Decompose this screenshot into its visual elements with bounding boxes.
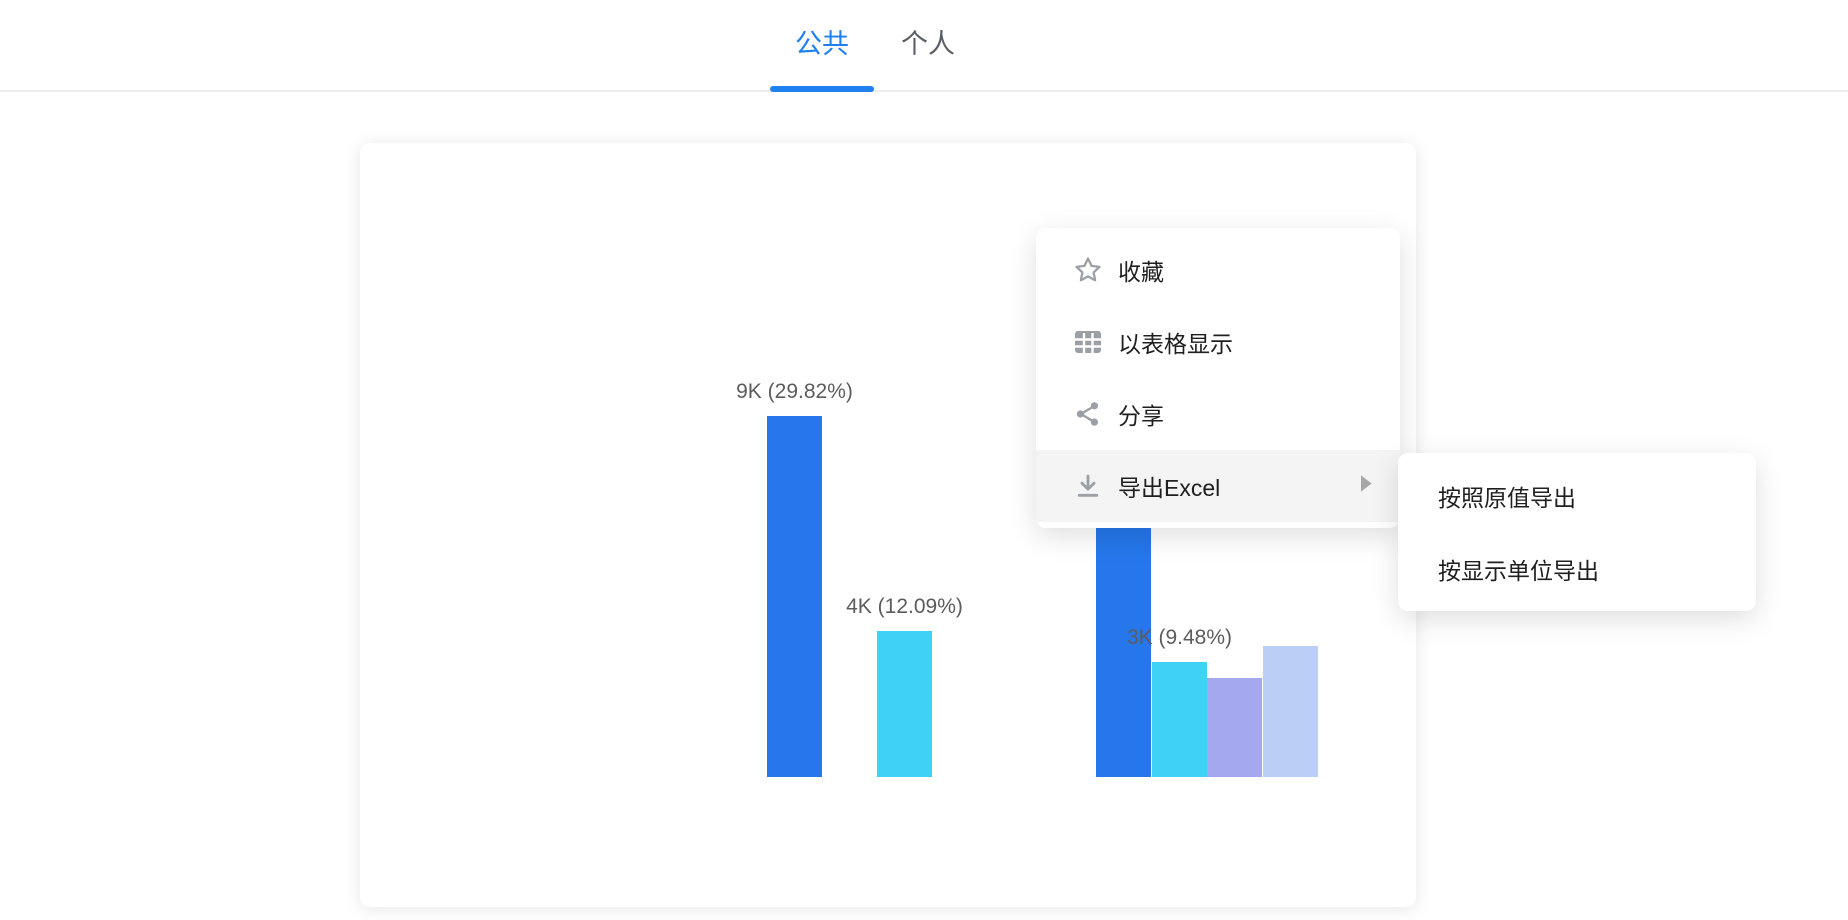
menu-item-export-excel[interactable]: 导出Excel [1036, 450, 1400, 522]
download-icon [1072, 470, 1104, 502]
menu-item-label: 以表格显示 [1118, 325, 1233, 359]
menu-item-favorite[interactable]: 收藏 [1036, 234, 1400, 306]
bar-李浩宇-2024-06[interactable] [1263, 646, 1318, 777]
bar-value-label: 4K (12.09%) [785, 595, 1025, 619]
share-icon [1072, 398, 1104, 430]
menu-item-show-as-table[interactable]: 以表格显示 [1036, 306, 1400, 378]
menu-item-share[interactable]: 分享 [1036, 378, 1400, 450]
export-submenu: 按照原值导出 按显示单位导出 [1398, 453, 1756, 611]
submenu-item-export-raw[interactable]: 按照原值导出 [1398, 459, 1756, 532]
star-icon [1072, 254, 1104, 286]
submenu-item-label: 按显示单位导出 [1438, 552, 1599, 586]
bar-value-label: 3K (9.48%) [1060, 626, 1300, 650]
table-icon [1072, 326, 1104, 358]
menu-item-label: 导出Excel [1118, 469, 1220, 503]
bar-吴勇-2024-06[interactable] [1207, 678, 1262, 777]
tab-public[interactable]: 公共 [770, 24, 874, 64]
bar-陈嘉怡-2024-06[interactable] [1152, 662, 1207, 777]
submenu-item-export-display-unit[interactable]: 按显示单位导出 [1398, 532, 1756, 605]
submenu-arrow-icon [1358, 474, 1374, 499]
active-tab-underline [770, 86, 874, 92]
menu-item-label: 分享 [1118, 397, 1164, 431]
bar-陈嘉怡-2024-05[interactable] [877, 631, 932, 777]
menu-item-label: 收藏 [1118, 253, 1164, 287]
bar-value-label: 9K (29.82%) [675, 380, 915, 404]
top-tab-bar: 公共 个人 [0, 0, 1848, 92]
tab-personal[interactable]: 个人 [886, 24, 970, 64]
chart-context-menu: 收藏 以表格显示 分享 [1036, 228, 1400, 528]
submenu-item-label: 按照原值导出 [1438, 479, 1576, 513]
